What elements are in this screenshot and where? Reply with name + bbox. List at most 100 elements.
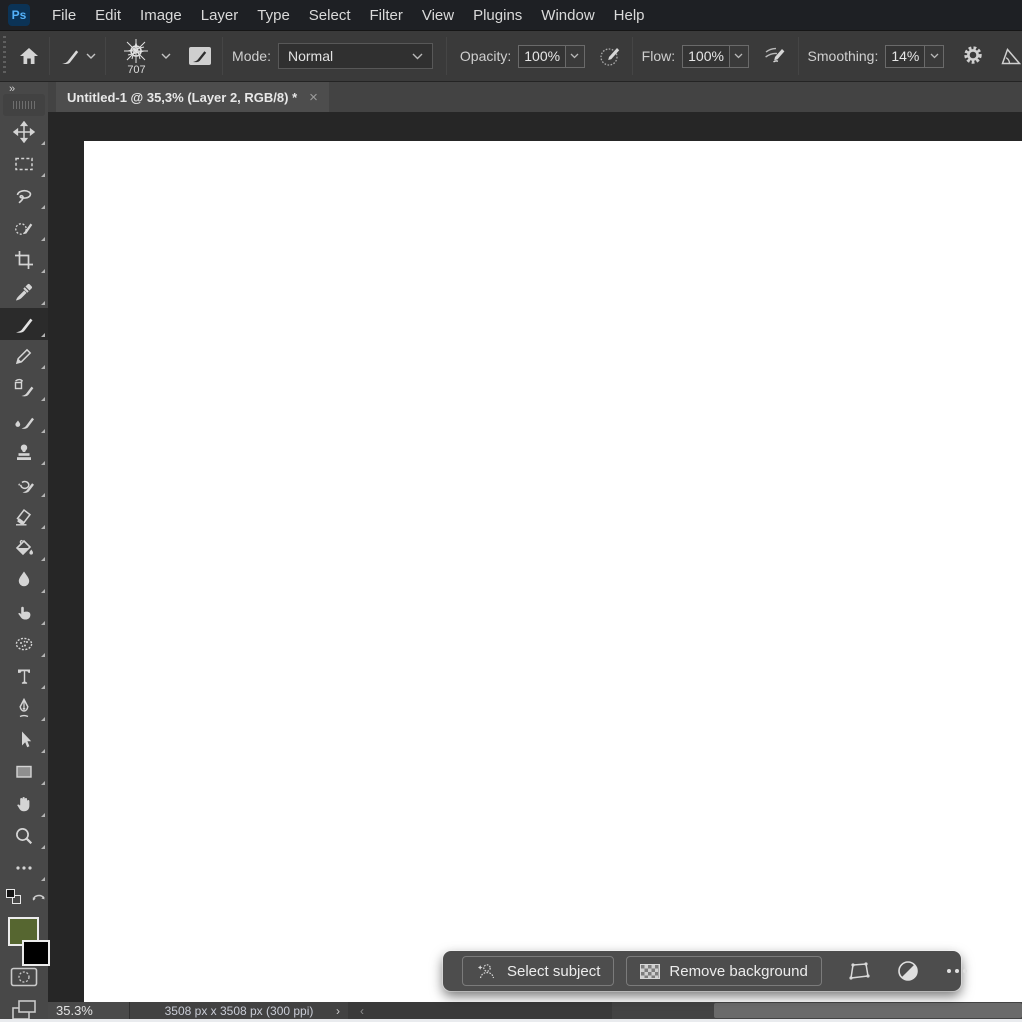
options-bar-drag-handle[interactable] xyxy=(3,36,6,76)
blend-mode-select[interactable]: Normal xyxy=(278,43,433,69)
paint-bucket-tool[interactable] xyxy=(0,532,48,564)
select-subject-button[interactable]: Select subject xyxy=(462,956,614,986)
object-selection-icon xyxy=(13,217,35,239)
quick-mask-button[interactable] xyxy=(10,966,38,988)
toolbar-drag-handle[interactable] xyxy=(3,94,45,116)
menu-type[interactable]: Type xyxy=(257,7,290,24)
type-tool[interactable] xyxy=(0,660,48,692)
sponge-tool[interactable] xyxy=(0,628,48,660)
object-selection-tool[interactable] xyxy=(0,212,48,244)
smoothing-options-button[interactable] xyxy=(962,44,986,68)
art-history-brush-tool[interactable] xyxy=(0,468,48,500)
airbrush-toggle[interactable] xyxy=(763,44,789,68)
tool-list xyxy=(0,116,48,884)
horizontal-scrollbar[interactable] xyxy=(612,1002,1022,1019)
menu-file[interactable]: File xyxy=(52,7,76,24)
crop-tool[interactable] xyxy=(0,244,48,276)
history-brush-tool[interactable] xyxy=(0,372,48,404)
edit-toolbar-button[interactable] xyxy=(0,852,48,884)
move-tool[interactable] xyxy=(0,116,48,148)
mixer-brush-tool[interactable] xyxy=(0,404,48,436)
horizontal-scrollbar-thumb[interactable] xyxy=(714,1003,1022,1018)
flyout-indicator xyxy=(41,365,45,369)
smudge-tool[interactable] xyxy=(0,596,48,628)
swap-colors-button[interactable] xyxy=(30,890,47,904)
brush-tip-icon xyxy=(122,37,150,65)
remove-background-button[interactable]: Remove background xyxy=(626,956,821,986)
brush-angle-button[interactable] xyxy=(1000,46,1022,66)
menu-edit[interactable]: Edit xyxy=(95,7,121,24)
lasso-tool[interactable] xyxy=(0,180,48,212)
transform-image-button[interactable] xyxy=(847,960,871,982)
eyedropper-icon xyxy=(13,281,35,303)
zoom-level-input[interactable]: 35.3% xyxy=(48,1002,130,1019)
brush-panel-icon xyxy=(187,45,213,67)
eraser-tool[interactable] xyxy=(0,500,48,532)
menu-plugins[interactable]: Plugins xyxy=(473,7,522,24)
close-icon[interactable]: × xyxy=(309,89,318,106)
task-bar-more-button[interactable] xyxy=(945,967,969,975)
menu-window[interactable]: Window xyxy=(541,7,594,24)
home-button[interactable] xyxy=(18,45,40,67)
smoothing-slider-toggle[interactable] xyxy=(925,45,944,68)
adjustments-button[interactable] xyxy=(896,959,920,983)
brush-tool[interactable] xyxy=(0,308,48,340)
rectangle-tool[interactable] xyxy=(0,756,48,788)
opacity-slider-toggle[interactable] xyxy=(566,45,585,68)
menu-select[interactable]: Select xyxy=(309,7,351,24)
clone-stamp-tool[interactable] xyxy=(0,436,48,468)
flow-input[interactable]: 100% xyxy=(682,45,730,68)
flyout-indicator xyxy=(41,749,45,753)
default-colors-button[interactable] xyxy=(4,888,24,908)
flyout-indicator xyxy=(41,141,45,145)
flyout-indicator xyxy=(41,493,45,497)
pencil-tool[interactable] xyxy=(0,340,48,372)
document-info: 3508 px x 3508 px (300 ppi) › xyxy=(130,1002,348,1019)
chevron-down-icon xyxy=(570,53,579,59)
opacity-input[interactable]: 100% xyxy=(518,45,566,68)
document-tab-title: Untitled-1 @ 35,3% (Layer 2, RGB/8) * xyxy=(67,90,297,105)
path-selection-tool[interactable] xyxy=(0,724,48,756)
menu-filter[interactable]: Filter xyxy=(370,7,403,24)
flyout-indicator xyxy=(41,429,45,433)
rectangular-marquee-tool[interactable] xyxy=(0,148,48,180)
flow-slider-toggle[interactable] xyxy=(730,45,749,68)
rectangle-icon xyxy=(13,761,35,783)
status-collapse-chevron[interactable]: ‹ xyxy=(360,1004,364,1018)
eyedropper-tool[interactable] xyxy=(0,276,48,308)
selection-arrow-icon xyxy=(13,729,35,751)
zoom-tool[interactable] xyxy=(0,820,48,852)
select-subject-label: Select subject xyxy=(507,963,600,980)
blur-tool[interactable] xyxy=(0,564,48,596)
pressure-opacity-icon xyxy=(599,44,623,68)
brush-preset-chevron[interactable] xyxy=(161,53,171,59)
menu-view[interactable]: View xyxy=(422,7,454,24)
clone-stamp-icon xyxy=(13,441,35,463)
paint-bucket-icon xyxy=(13,537,35,559)
brush-settings-panel-toggle[interactable] xyxy=(187,45,213,67)
transform-icon xyxy=(847,960,871,982)
flyout-indicator xyxy=(41,621,45,625)
history-brush-icon xyxy=(13,377,35,399)
smoothing-input[interactable]: 14% xyxy=(885,45,925,68)
document-canvas[interactable] xyxy=(84,141,1022,1002)
tool-preset-chevron[interactable] xyxy=(86,53,96,59)
flyout-indicator xyxy=(41,845,45,849)
menu-help[interactable]: Help xyxy=(614,7,645,24)
background-color-swatch[interactable] xyxy=(22,940,50,966)
separator xyxy=(632,37,633,75)
brush-preset-picker[interactable]: 707 xyxy=(117,37,156,76)
menu-layer[interactable]: Layer xyxy=(201,7,239,24)
tool-preset-button[interactable] xyxy=(59,45,81,67)
status-expand-chevron[interactable]: › xyxy=(336,1004,340,1018)
flyout-indicator xyxy=(41,525,45,529)
pen-tool[interactable] xyxy=(0,692,48,724)
document-dimensions: 3508 px x 3508 px (300 ppi) xyxy=(165,1004,314,1018)
hand-tool[interactable] xyxy=(0,788,48,820)
lasso-icon xyxy=(13,185,35,207)
sponge-icon xyxy=(13,633,35,655)
menu-image[interactable]: Image xyxy=(140,7,182,24)
blend-mode-value: Normal xyxy=(288,48,333,64)
pressure-opacity-toggle[interactable] xyxy=(599,44,623,68)
document-tab[interactable]: Untitled-1 @ 35,3% (Layer 2, RGB/8) * × xyxy=(56,82,329,112)
